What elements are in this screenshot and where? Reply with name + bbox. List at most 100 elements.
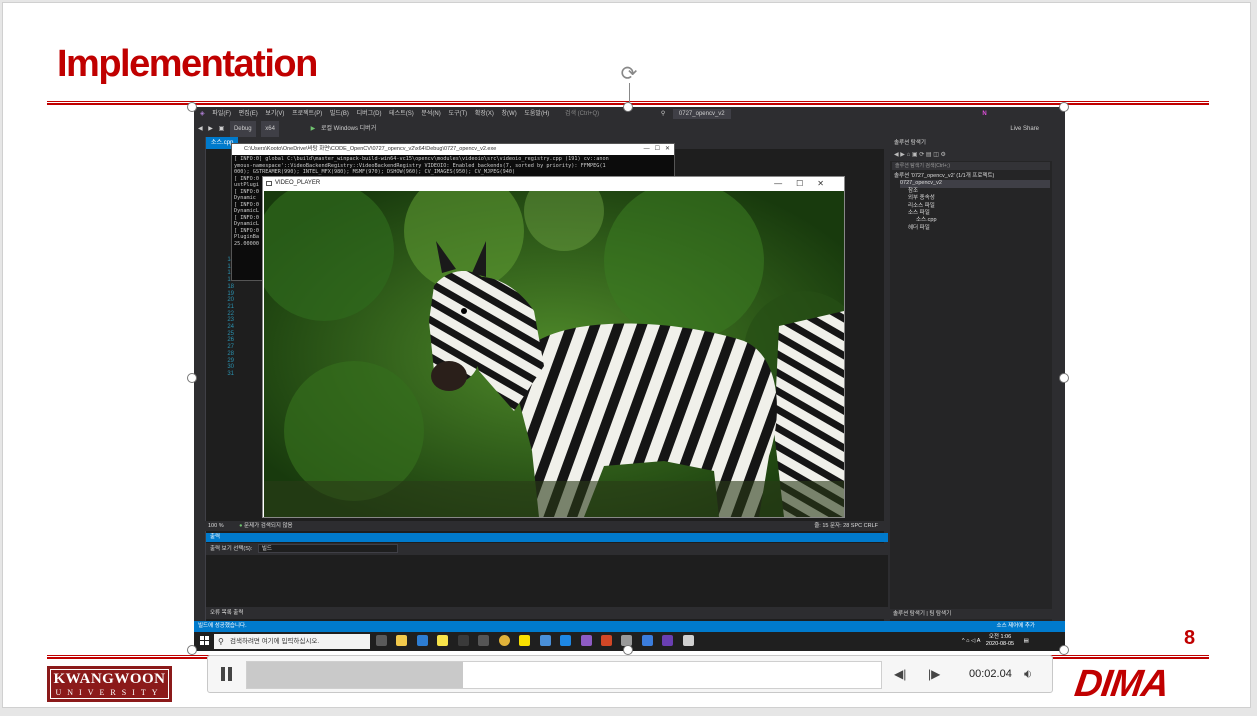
resize-handle[interactable] <box>1059 102 1069 112</box>
resize-handle[interactable] <box>1059 373 1069 383</box>
resize-handle[interactable] <box>187 373 197 383</box>
editor-status-row: 100 % ● 문제가 검색되지 않음 줄: 15 문자: 28 SPC CRL… <box>194 521 884 531</box>
debug-config-select[interactable]: Debug <box>229 121 256 137</box>
resize-handle[interactable] <box>623 645 633 655</box>
step-forward-icon[interactable]: |▶ <box>928 667 940 681</box>
menu-item[interactable]: 분석(N) <box>421 107 440 121</box>
menu-item[interactable]: 프로젝트(P) <box>292 107 322 121</box>
volume-icon[interactable]: 🔉︎ <box>1024 666 1032 682</box>
right-bottom-tabs[interactable]: 솔루션 탐색기 | 팀 탐색기 <box>890 609 1052 619</box>
status-message: 빌드에 성공했습니다. <box>198 623 247 629</box>
menu-item[interactable]: 보기(V) <box>265 107 284 121</box>
output-body[interactable] <box>206 555 888 607</box>
back-icon[interactable]: ◀ <box>198 121 203 137</box>
app-icon[interactable] <box>662 635 674 646</box>
menu-item[interactable]: 도구(T) <box>448 107 467 121</box>
zebra-video-frame <box>264 191 844 517</box>
search-icon: ⚲ <box>218 637 224 646</box>
powerpoint-icon[interactable] <box>600 635 612 646</box>
forward-icon[interactable]: ▶ <box>208 121 213 137</box>
window-controls[interactable]: — ☐ ✕ <box>644 144 670 155</box>
resize-handle[interactable] <box>187 645 197 655</box>
check-icon: ● <box>239 523 243 529</box>
solution-explorer[interactable]: 솔루션 탐색기 ◀ ▶ ⌂ ▣ ⟳ ▤ ◫ ⚙ 솔루션 탐색기 검색(Ctrl+… <box>890 137 1052 621</box>
menu-item[interactable]: 디버그(D) <box>357 107 382 121</box>
run-debugger-button[interactable]: 로컬 Windows 디버거 <box>321 121 376 137</box>
menu-item[interactable]: 테스트(S) <box>389 107 414 121</box>
slide: Implementation ⟳ ◈ 파일(F) 편집(E) 보기(V) 프로젝… <box>2 2 1251 708</box>
vs-logo-icon: ◈ <box>200 111 205 117</box>
menu-item[interactable]: 창(W) <box>502 107 517 121</box>
vs-statusbar: 빌드에 성공했습니다. 소스 제어에 추가 <box>194 621 1065 632</box>
vscode-icon[interactable] <box>560 635 572 646</box>
solution-explorer-toolbar[interactable]: ◀ ▶ ⌂ ▣ ⟳ ▤ ◫ ⚙ <box>890 149 1052 161</box>
rotate-handle-icon[interactable]: ⟳ <box>618 63 640 85</box>
zoom-level[interactable]: 100 % <box>208 523 224 529</box>
notification-icon[interactable]: N <box>982 107 986 121</box>
window-icon <box>266 181 272 186</box>
tree-item[interactable]: 소스.cpp <box>894 217 1050 224</box>
taskbar-search-input[interactable]: ⚲ 검색하려면 여기에 입력하십시오. <box>214 634 370 649</box>
embedded-screenshot[interactable]: ◈ 파일(F) 편집(E) 보기(V) 프로젝트(P) 빌드(B) 디버그(D)… <box>194 107 1065 651</box>
solution-search-input[interactable]: 솔루션 탐색기 검색(Ctrl+;) <box>892 162 1050 170</box>
pause-button[interactable] <box>220 667 234 683</box>
resize-handle[interactable] <box>623 102 633 112</box>
kwangwoon-logo: KWANGWOON UNIVERSITY <box>47 666 172 702</box>
menu-item[interactable]: 파일(F) <box>212 107 231 121</box>
cursor-position: 줄: 15 문자: 28 SPC CRLF <box>814 523 878 529</box>
platform-select[interactable]: x64 <box>261 121 279 137</box>
issues-status[interactable]: 문제가 검색되지 않음 <box>244 523 293 529</box>
output-toolbar: 출력 보기 선택(S): 빌드 <box>206 543 888 555</box>
live-share-button[interactable]: Live Share <box>1010 121 1039 137</box>
visual-studio-icon[interactable] <box>580 635 592 646</box>
output-source-select[interactable]: 빌드 <box>257 544 398 554</box>
run-icon[interactable]: ▶ <box>311 121 316 137</box>
sticky-notes-icon[interactable] <box>437 635 449 646</box>
dima-logo: DIMA <box>1072 663 1172 705</box>
chrome-icon[interactable] <box>498 635 510 646</box>
tree-item[interactable]: 외부 종속성 <box>894 195 1050 202</box>
zebra-image <box>264 191 844 517</box>
tree-item[interactable]: 리소스 파일 <box>894 203 1050 210</box>
app-icon[interactable] <box>539 635 551 646</box>
tree-item[interactable]: 0727_opencv_v2 <box>894 180 1050 188</box>
tray-icons[interactable]: ^ ⌂ ◁ <box>962 638 977 644</box>
app-icon[interactable] <box>641 635 653 646</box>
system-tray: ^ ⌂ ◁ A 오전 1:06 2020-08-05 ▤ <box>962 634 1029 649</box>
seek-bar[interactable] <box>246 661 882 689</box>
file-explorer-icon[interactable] <box>396 635 408 646</box>
kakaotalk-icon[interactable] <box>519 635 531 646</box>
menu-item[interactable]: 도움말(H) <box>524 107 549 121</box>
step-back-icon[interactable]: ◀| <box>894 667 906 681</box>
ime-indicator[interactable]: A <box>977 638 981 644</box>
taskbar-apps <box>376 635 699 648</box>
app-icon[interactable] <box>416 635 428 646</box>
playback-time: 00:02.04 <box>969 668 1012 680</box>
notification-center-icon[interactable]: ▤ <box>1024 638 1029 644</box>
vs-solution-name: 0727_opencv_v2 <box>672 109 731 119</box>
app-icon[interactable] <box>478 635 490 646</box>
video-controls: ◀| |▶ 00:02.04 🔉︎ <box>207 655 1053 693</box>
seek-progress <box>247 662 463 688</box>
resize-handle[interactable] <box>187 102 197 112</box>
menu-item[interactable]: 확장(X) <box>475 107 494 121</box>
window-controls[interactable]: —☐✕ <box>774 177 838 190</box>
save-icon[interactable]: ▣ <box>219 121 225 137</box>
app-icon[interactable] <box>682 635 694 646</box>
bottom-tabs[interactable]: 오류 목록 출력 <box>206 607 888 619</box>
video-player-window[interactable]: VIDEO_PLAYER —☐✕ <box>262 176 845 518</box>
task-view-icon[interactable] <box>376 635 387 646</box>
slide-title: Implementation <box>57 43 318 85</box>
source-control-button[interactable]: 소스 제어에 추가 <box>997 621 1035 632</box>
menu-item[interactable]: 편집(E) <box>239 107 258 121</box>
tree-item[interactable]: 솔루션 '0727_opencv_v2' (1/1개 프로젝트) <box>894 173 1050 180</box>
search-icon: ⚲ <box>660 111 666 117</box>
menu-item[interactable]: 빌드(B) <box>330 107 349 121</box>
solution-explorer-title: 솔루션 탐색기 <box>890 137 1052 149</box>
clock[interactable]: 오전 1:06 2020-08-05 <box>986 634 1014 648</box>
vs-search[interactable]: 검색 (Ctrl+Q) <box>565 107 599 121</box>
windows-start-icon[interactable] <box>200 636 210 646</box>
tree-item[interactable]: 헤더 파일 <box>894 225 1050 232</box>
resize-handle[interactable] <box>1059 645 1069 655</box>
app-icon[interactable] <box>457 635 469 646</box>
